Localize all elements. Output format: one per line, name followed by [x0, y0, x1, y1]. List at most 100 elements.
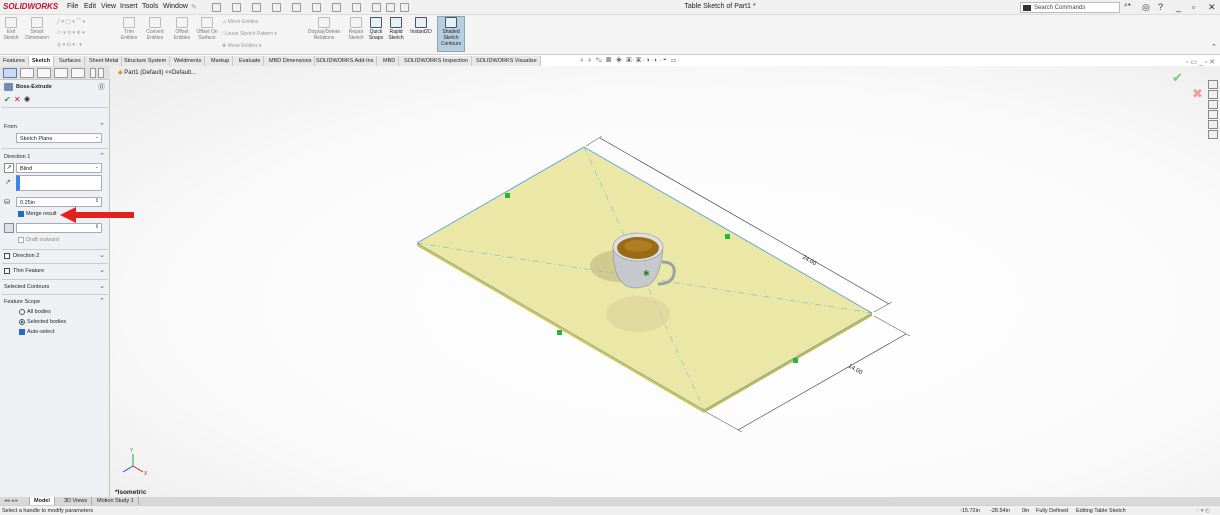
direction2-label[interactable]: Direction 2 — [13, 253, 39, 259]
help-icon[interactable]: ⓪ — [98, 82, 105, 92]
selected-contours-header[interactable]: Selected Contours — [4, 284, 49, 290]
dimxpert-manager-icon[interactable] — [54, 68, 68, 78]
feature-scope-header[interactable]: Feature Scope — [4, 299, 40, 305]
edge-handle[interactable] — [557, 330, 562, 335]
tab-sheet-metal[interactable]: Sheet Metal — [86, 56, 123, 66]
rebuild-status-icon[interactable]: ◌ ▾ ◴ — [1196, 508, 1210, 514]
property-manager-icon[interactable] — [20, 68, 34, 78]
tab-mbd[interactable]: MBD — [380, 56, 400, 66]
rectangle-tools-icon[interactable]: ▭ ▾ ⊙ ▾ ⊘ ▾ — [57, 30, 85, 36]
feature-manager-icon[interactable] — [3, 68, 17, 78]
from-section-header[interactable]: From — [4, 124, 17, 130]
tab-3d-views[interactable]: 3D Views — [60, 497, 93, 505]
offset-entities-button[interactable]: Offset Entities — [170, 17, 194, 41]
chevron-down-icon[interactable]: ⌄ — [99, 266, 105, 274]
chevron-down-icon[interactable]: ⌄ — [99, 282, 105, 290]
resources-icon[interactable] — [1208, 80, 1218, 89]
display-manager-icon[interactable] — [71, 68, 85, 78]
trim-entities-button[interactable]: Trim Entities — [118, 17, 140, 41]
convert-entities-button[interactable]: Convert Entities — [142, 17, 168, 41]
tab-sketch[interactable]: Sketch — [29, 56, 55, 66]
view-palette-icon[interactable] — [1208, 110, 1218, 119]
direction2-checkbox[interactable] — [4, 253, 10, 259]
collapse-ribbon-icon[interactable]: ⌃ — [1211, 43, 1217, 51]
display-delete-relations-button[interactable]: Display/Delete Relations — [304, 17, 344, 41]
print-icon[interactable] — [292, 3, 301, 12]
model-view[interactable]: 24.00 14.00 ✱ Y X *Isometric ✔ ✖ — [110, 66, 1220, 497]
direction1-header[interactable]: Direction 1 — [4, 154, 30, 160]
menu-edit[interactable]: Edit — [84, 3, 96, 10]
menu-insert[interactable]: Insert — [120, 3, 138, 10]
slot-tools-icon[interactable]: ◎ ▾ ⊡ ▾ ▫ ▾ — [57, 42, 82, 48]
edge-handle[interactable] — [505, 193, 510, 198]
scroll-right-icon[interactable] — [98, 68, 104, 78]
custom-properties-icon[interactable] — [1208, 130, 1218, 139]
sketch-origin-icon[interactable]: ✱ — [643, 269, 650, 278]
tab-mbd-dimensions[interactable]: MBD Dimensions — [266, 56, 316, 66]
mirror-entities-button[interactable]: ⊿ Mirror Entities — [222, 19, 258, 25]
select-icon[interactable] — [352, 3, 361, 12]
pin-icon[interactable]: ✎ — [191, 3, 197, 11]
dimension-width[interactable]: 14.00 — [847, 364, 864, 377]
tab-solidworks-visualize[interactable]: SOLIDWORKS Visualize — [473, 56, 541, 66]
confirm-cancel-icon[interactable]: ✖ — [1192, 87, 1203, 102]
line-tools-icon[interactable]: ╱ ▾ ◯ ▾ ⌒ ▾ — [57, 18, 85, 25]
heads-up-view-toolbar[interactable]: ⌕ ⌕ ✎ ▦ ◈ ▣·▣·◑·◐·◓ ▭· — [580, 57, 681, 66]
selected-bodies-radio[interactable] — [19, 319, 25, 325]
tab-solidworks-inspection[interactable]: SOLIDWORKS Inspection — [401, 56, 472, 66]
home-icon[interactable] — [212, 3, 221, 12]
design-library-icon[interactable] — [1208, 90, 1218, 99]
file-explorer-icon[interactable] — [1208, 100, 1218, 109]
tab-scroll-arrows[interactable]: ◂◂ ◂ ▸ ▸▸ — [0, 497, 30, 510]
configuration-manager-icon[interactable] — [37, 68, 51, 78]
tab-surfaces[interactable]: Surfaces — [56, 56, 85, 66]
edge-handle[interactable] — [725, 234, 730, 239]
merge-result-checkbox[interactable] — [18, 211, 24, 217]
spinner-icon[interactable]: ⇕ — [95, 198, 99, 204]
move-entities-button[interactable]: ✥ Move Entities ▾ — [222, 43, 262, 49]
all-bodies-radio[interactable] — [19, 309, 25, 315]
direction-vector-field[interactable] — [16, 175, 102, 191]
viewport-window-controls[interactable]: ▫ ▭ _ ▫ ✕ — [1186, 58, 1215, 66]
edge-handle[interactable] — [793, 358, 798, 363]
minimize-icon[interactable]: _ — [1176, 2, 1181, 12]
rebuild-icon[interactable] — [372, 3, 381, 12]
open-icon[interactable] — [252, 3, 261, 12]
offset-on-surface-button[interactable]: Offset On Surface — [196, 17, 218, 41]
scroll-left-icon[interactable] — [90, 68, 96, 78]
ok-icon[interactable]: ✔ — [4, 95, 11, 104]
new-document-icon[interactable] — [232, 3, 241, 12]
user-icon[interactable]: ◎ — [1142, 2, 1150, 13]
cancel-icon[interactable]: ✕ — [14, 95, 21, 104]
end-condition-select[interactable]: Blind ⌄ — [16, 163, 102, 173]
thin-feature-checkbox[interactable] — [4, 268, 10, 274]
close-icon[interactable]: ✕ — [1208, 2, 1216, 13]
chevron-up-icon[interactable]: ⌃ — [99, 152, 105, 160]
instant2d-button[interactable]: Instant2D — [408, 17, 434, 35]
chevron-up-icon[interactable]: ⌃ — [99, 297, 105, 305]
thin-feature-label[interactable]: Thin Feature — [13, 268, 44, 274]
chevron-down-icon[interactable]: ⌄ — [99, 251, 105, 259]
tab-markup[interactable]: Markup — [208, 56, 234, 66]
menu-window[interactable]: Window — [163, 3, 188, 10]
confirm-ok-icon[interactable]: ✔ — [1172, 71, 1183, 86]
reverse-direction-icon[interactable]: ↗ — [4, 163, 14, 173]
help-icon[interactable]: ? — [1158, 2, 1163, 12]
preview-icon[interactable]: ◉ — [24, 95, 30, 103]
tab-model[interactable]: Model — [30, 497, 55, 505]
shaded-sketch-contours-button[interactable]: Shaded Sketch Contours — [437, 16, 465, 52]
repair-sketch-button[interactable]: Repair Sketch — [346, 17, 366, 41]
auto-select-checkbox[interactable] — [19, 329, 25, 335]
search-icon[interactable]: ⌕▾ — [1124, 2, 1131, 10]
rapid-sketch-button[interactable]: Rapid Sketch — [387, 17, 405, 41]
undo-icon[interactable] — [312, 3, 321, 12]
redo-icon[interactable] — [332, 3, 341, 12]
linear-sketch-pattern-button[interactable]: ⁞ Linear Sketch Pattern ▾ — [222, 31, 277, 37]
tab-features[interactable]: Features — [0, 56, 29, 66]
tab-weldments[interactable]: Weldments — [171, 56, 206, 66]
chevron-up-icon[interactable]: ⌃ — [99, 122, 105, 130]
draft-outward-checkbox[interactable] — [18, 237, 24, 243]
file-properties-icon[interactable] — [386, 3, 395, 12]
options-icon[interactable] — [400, 3, 409, 12]
search-input[interactable]: Search Commands — [1020, 2, 1120, 13]
